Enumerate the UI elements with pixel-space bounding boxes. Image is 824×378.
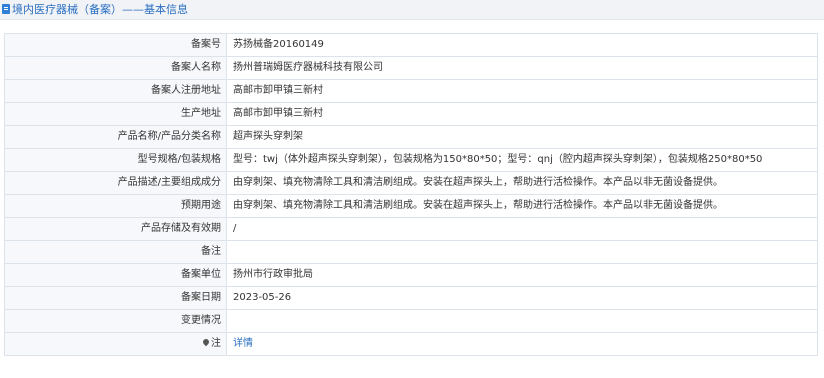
table-row: 产品存储及有效期 / <box>4 217 818 241</box>
row-label: 备注 <box>4 240 227 264</box>
row-value: 苏扬械备20160149 <box>226 33 818 57</box>
pin-icon <box>201 337 211 347</box>
table-row: 备案单位 扬州市行政审批局 <box>4 263 818 287</box>
note-label: 注 <box>211 338 221 349</box>
list-icon <box>2 4 10 14</box>
row-value: 高邮市卸甲镇三新村 <box>226 102 818 126</box>
table-row: 备案人名称 扬州普瑞姆医疗器械科技有限公司 <box>4 56 818 80</box>
row-label: 预期用途 <box>4 194 227 218</box>
row-label: 产品名称/产品分类名称 <box>4 125 227 149</box>
table-row: 备案日期 2023-05-26 <box>4 286 818 310</box>
row-value: 超声探头穿刺架 <box>226 125 818 149</box>
detail-link[interactable]: 详情 <box>233 338 253 349</box>
row-label: 备案人名称 <box>4 56 227 80</box>
row-value: 由穿刺架、填充物清除工具和清洁刷组成。安装在超声探头上，帮助进行活检操作。本产品… <box>226 171 818 195</box>
row-label: 型号规格/包装规格 <box>4 148 227 172</box>
row-label: 备案日期 <box>4 286 227 310</box>
row-value: / <box>226 217 818 241</box>
row-label: 备案号 <box>4 33 227 57</box>
row-label: 备案单位 <box>4 263 227 287</box>
row-label: 变更情况 <box>4 309 227 333</box>
row-label: 生产地址 <box>4 102 227 126</box>
row-label: 产品存储及有效期 <box>4 217 227 241</box>
row-label: 备案人注册地址 <box>4 79 227 103</box>
note-value: 详情 <box>226 332 818 356</box>
info-table: 备案号 苏扬械备20160149 备案人名称 扬州普瑞姆医疗器械科技有限公司 备… <box>4 33 818 356</box>
row-value <box>226 240 818 264</box>
table-row: 生产地址 高邮市卸甲镇三新村 <box>4 102 818 126</box>
table-row: 型号规格/包装规格 型号：twj（体外超声探头穿刺架），包装规格为150*80*… <box>4 148 818 172</box>
row-value <box>226 309 818 333</box>
page-title: 境内医疗器械（备案）——基本信息 <box>12 3 188 16</box>
row-value: 扬州普瑞姆医疗器械科技有限公司 <box>226 56 818 80</box>
row-value: 高邮市卸甲镇三新村 <box>226 79 818 103</box>
table-row: 产品名称/产品分类名称 超声探头穿刺架 <box>4 125 818 149</box>
table-row: 注 详情 <box>4 332 818 356</box>
table-row: 预期用途 由穿刺架、填充物清除工具和清洁刷组成。安装在超声探头上，帮助进行活检操… <box>4 194 818 218</box>
page-header: 境内医疗器械（备案）——基本信息 <box>0 0 824 20</box>
note-label-cell: 注 <box>4 332 227 356</box>
table-row: 备注 <box>4 240 818 264</box>
row-value: 型号：twj（体外超声探头穿刺架），包装规格为150*80*50；型号：qnj（… <box>226 148 818 172</box>
table-row: 备案人注册地址 高邮市卸甲镇三新村 <box>4 79 818 103</box>
row-label: 产品描述/主要组成成分 <box>4 171 227 195</box>
row-value: 扬州市行政审批局 <box>226 263 818 287</box>
table-row: 变更情况 <box>4 309 818 333</box>
table-row: 备案号 苏扬械备20160149 <box>4 33 818 57</box>
row-value: 2023-05-26 <box>226 286 818 310</box>
table-row: 产品描述/主要组成成分 由穿刺架、填充物清除工具和清洁刷组成。安装在超声探头上，… <box>4 171 818 195</box>
row-value: 由穿刺架、填充物清除工具和清洁刷组成。安装在超声探头上，帮助进行活检操作。本产品… <box>226 194 818 218</box>
